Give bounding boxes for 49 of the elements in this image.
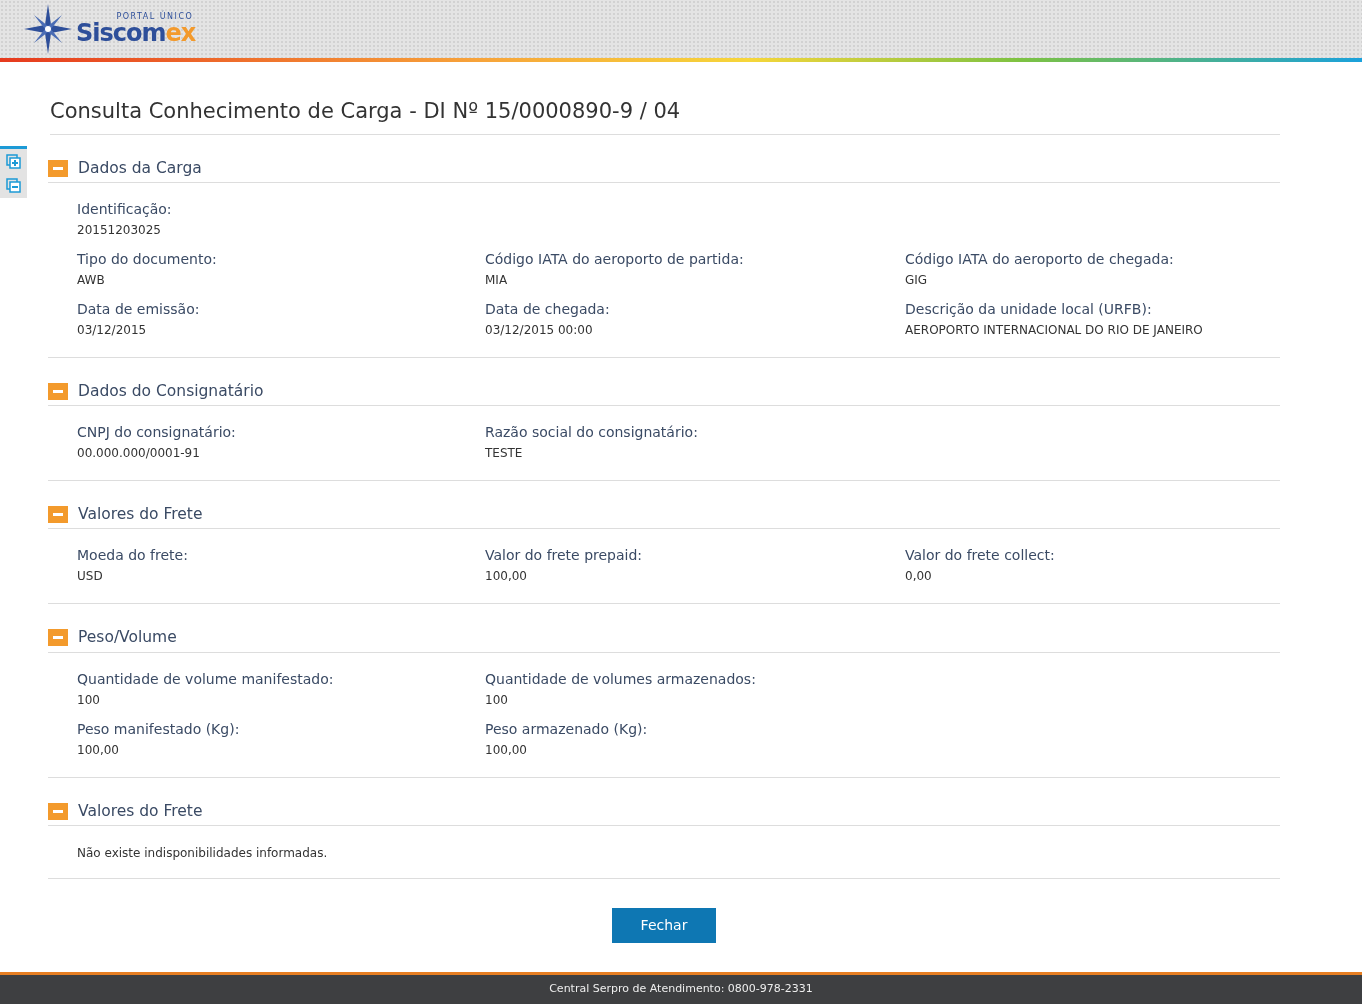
collapse-all-icon[interactable] <box>6 178 21 193</box>
section-title: Dados do Consignatário <box>78 380 264 402</box>
field-value: TESTE <box>485 445 524 462</box>
close-button[interactable]: Fechar <box>612 907 716 943</box>
field-value: 100,00 <box>485 568 528 586</box>
field-label: Código IATA do aeroporto de partida: <box>485 249 745 269</box>
collapse-button[interactable] <box>48 159 68 177</box>
field-value: 03/12/2015 <box>77 321 148 339</box>
field-label: Peso armazenado (Kg): <box>485 719 649 739</box>
expand-all-icon[interactable] <box>6 154 21 169</box>
field-label: Razão social do consignatário: <box>485 423 699 442</box>
field-value: 100 <box>485 691 509 709</box>
field-label: Identificação: <box>77 199 173 219</box>
section-title: Peso/Volume <box>78 627 177 649</box>
field-label: Tipo do documento: <box>77 249 218 269</box>
field-value: 100 <box>77 691 101 709</box>
field-label: Valor do frete collect: <box>905 546 1056 566</box>
field-label: Descrição da unidade local (URFB): <box>905 299 1153 319</box>
field-value: USD <box>77 568 104 586</box>
field-value: GIG <box>905 271 929 289</box>
field-label: CNPJ do consignatário: <box>77 423 237 442</box>
collapse-button[interactable] <box>48 802 68 820</box>
field-label: Valor do frete prepaid: <box>485 546 644 566</box>
footer-text: Central Serpro de Atendimento: 0800-978-2331 <box>0 972 1362 1004</box>
logo-wordmark: Siscomex <box>76 21 196 45</box>
page-title: Consulta Conhecimento de Carga - DI Nº 15/0000890-9 / 04 <box>50 96 1280 135</box>
field-label: Quantidade de volume manifestado: <box>77 669 335 689</box>
collapse-button[interactable] <box>48 629 68 647</box>
field-value: 100,00 <box>77 741 120 759</box>
field-label: Quantidade de volumes armazenados: <box>485 669 757 689</box>
empty-message: Não existe indisponibilidades informadas. <box>77 844 329 862</box>
field-label: Data de chegada: <box>485 299 611 319</box>
field-label: Código IATA do aeroporto de chegada: <box>905 249 1175 269</box>
section-title: Dados da Carga <box>78 157 202 179</box>
field-value: MIA <box>485 271 509 289</box>
section-title: Valores do Frete <box>78 504 203 525</box>
field-label: Peso manifestado (Kg): <box>77 719 241 739</box>
field-label: Data de emissão: <box>77 299 201 319</box>
field-value: 100,00 <box>485 741 528 759</box>
field-value: AEROPORTO INTERNACIONAL DO RIO DE JANEIRO <box>905 321 1204 339</box>
field-value: 00.000.000/0001-91 <box>77 445 201 462</box>
section-title: Valores do Frete <box>78 800 203 822</box>
field-value: 20151203025 <box>77 221 162 239</box>
field-value: AWB <box>77 271 106 289</box>
collapse-button[interactable] <box>48 382 68 400</box>
field-value: 0,00 <box>905 568 933 586</box>
collapse-button[interactable] <box>48 506 68 524</box>
field-label: Moeda do frete: <box>77 546 189 566</box>
field-value: 03/12/2015 00:00 <box>485 321 594 339</box>
